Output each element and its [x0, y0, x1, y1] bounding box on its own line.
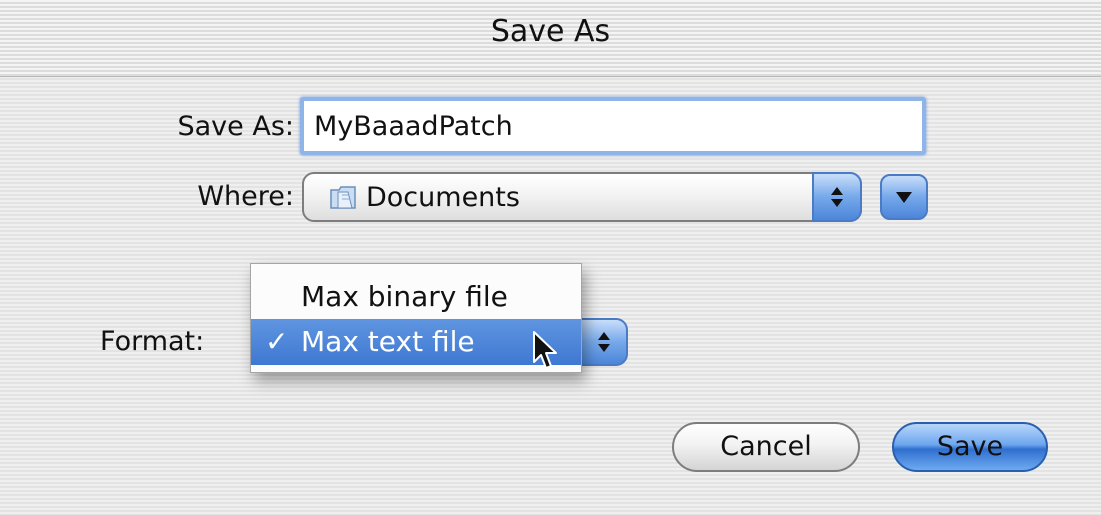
save-as-input-value: MyBaaadPatch	[314, 111, 513, 142]
where-popup-label: Documents	[366, 182, 520, 213]
save-as-input[interactable]: MyBaaadPatch	[300, 97, 926, 155]
arrow-up-icon	[831, 187, 843, 195]
title-bar[interactable]: Save As	[0, 0, 1101, 77]
save-as-label: Save As:	[177, 111, 295, 142]
menu-item-max-binary-file[interactable]: Max binary file	[251, 274, 581, 320]
mouse-pointer-icon	[533, 331, 557, 369]
cancel-button[interactable]: Cancel	[672, 422, 860, 472]
save-as-dialog: Save As Save As: MyBaaadPatch Where: Doc…	[0, 0, 1101, 515]
arrow-up-icon	[598, 332, 610, 340]
checkmark-icon: ✓	[265, 325, 289, 358]
window-title: Save As	[490, 14, 611, 49]
format-label: Format:	[100, 326, 205, 357]
where-label: Where:	[197, 181, 294, 212]
format-popup-arrows[interactable]	[580, 318, 628, 366]
expand-browser-button[interactable]	[880, 174, 928, 220]
arrow-down-icon	[831, 199, 843, 207]
where-popup-arrows[interactable]	[812, 172, 862, 222]
where-popup[interactable]: Documents	[302, 172, 862, 222]
disclosure-triangle-icon	[896, 191, 912, 203]
folder-icon	[330, 186, 356, 209]
arrow-down-icon	[598, 344, 610, 352]
save-button[interactable]: Save	[892, 422, 1048, 472]
menu-item-label: Max binary file	[301, 280, 508, 313]
menu-item-label: Max text file	[301, 325, 475, 358]
